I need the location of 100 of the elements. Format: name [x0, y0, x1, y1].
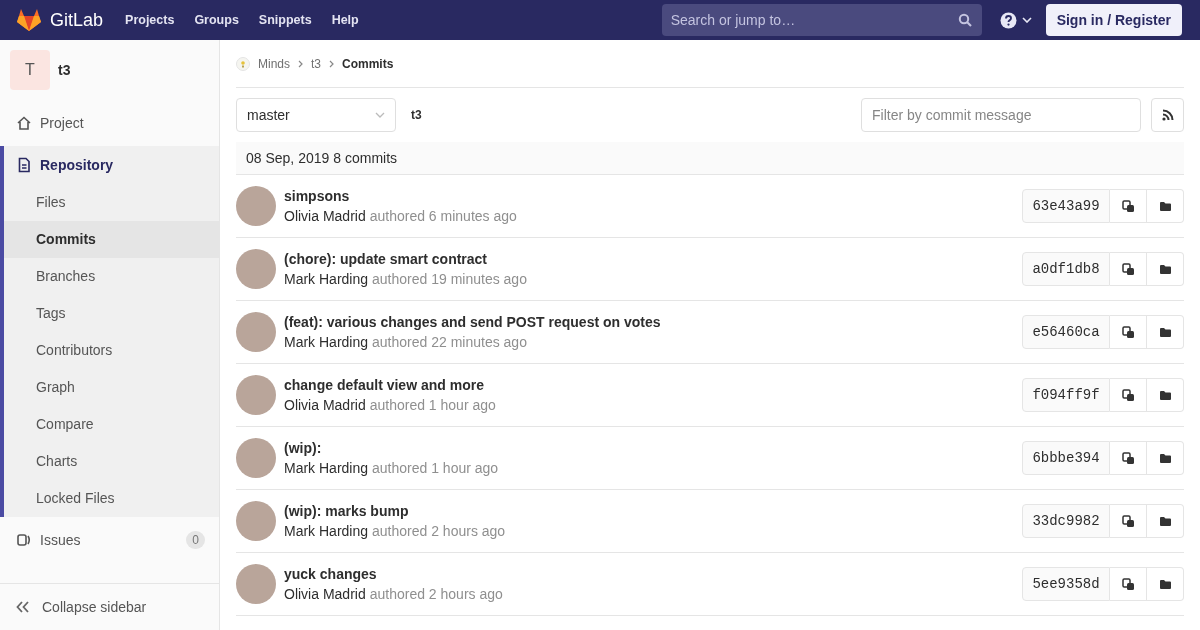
copy-icon — [1121, 577, 1135, 591]
help-dropdown[interactable] — [999, 11, 1032, 29]
commit-sha-button[interactable]: 6bbbe394 — [1022, 441, 1110, 475]
author-link[interactable]: Mark Harding — [284, 523, 369, 539]
copy-icon — [1121, 451, 1135, 465]
sidebar-subitem[interactable]: Charts — [4, 443, 219, 480]
author-link[interactable]: Mark Harding — [284, 460, 369, 476]
chevron-right-icon — [329, 59, 335, 68]
home-icon — [16, 115, 32, 131]
folder-icon — [1158, 200, 1172, 212]
copy-icon — [1121, 514, 1135, 528]
copy-icon — [1121, 199, 1135, 213]
breadcrumb-link[interactable]: Minds — [258, 56, 290, 71]
browse-files-button[interactable] — [1147, 567, 1184, 601]
help-icon — [999, 11, 1017, 29]
author-link[interactable]: Olivia Madrid — [284, 397, 366, 413]
commit-title[interactable]: yuck changes — [284, 566, 1022, 582]
commit-sha-button[interactable]: 63e43a99 — [1022, 189, 1110, 223]
sidebar-item[interactable]: Repository — [4, 146, 126, 184]
browse-files-button[interactable] — [1147, 504, 1184, 538]
folder-icon — [1158, 326, 1172, 338]
author-link[interactable]: Olivia Madrid — [284, 586, 366, 602]
browse-files-button[interactable] — [1147, 315, 1184, 349]
commit-title[interactable]: (wip): — [284, 440, 1022, 456]
commit-time: authored 2 hours ago — [372, 523, 506, 539]
folder-icon — [1158, 263, 1172, 275]
copy-button[interactable] — [1110, 252, 1147, 286]
copy-button[interactable] — [1110, 189, 1147, 223]
chevron-right-icon — [298, 59, 303, 68]
commit-sha-button[interactable]: 33dc9982 — [1022, 504, 1110, 538]
copy-button[interactable] — [1110, 378, 1147, 412]
commit-sha-button[interactable]: a0df1db8 — [1022, 252, 1110, 286]
browse-files-button[interactable] — [1147, 189, 1184, 223]
sidebar-subitem[interactable]: Tags — [4, 295, 219, 332]
commit-title[interactable]: (chore): update smart contract — [284, 251, 1022, 267]
commit-time: authored 1 hour ago — [369, 397, 496, 413]
nav-link[interactable]: Projects — [125, 13, 175, 27]
commit-time: authored 2 hours ago — [369, 586, 503, 602]
fox-logo-icon[interactable] — [16, 8, 42, 32]
commit-count: 8 commits — [333, 150, 398, 166]
sign-in-button[interactable]: Sign in / Register — [1045, 4, 1182, 36]
search-field[interactable]: Search or jump to… — [661, 4, 982, 36]
path-link[interactable]: t3 — [411, 108, 422, 122]
nav-link[interactable]: Groups — [194, 13, 239, 27]
project-avatar[interactable]: T — [10, 50, 50, 90]
copy-button[interactable] — [1110, 315, 1147, 349]
copy-button[interactable] — [1110, 441, 1147, 475]
breadcrumb-link[interactable]: Commits — [342, 56, 394, 71]
issue-count-badge: 0 — [186, 531, 205, 549]
brand-name[interactable]: GitLab — [50, 9, 104, 31]
commit-title[interactable]: change default view and more — [284, 377, 1022, 393]
breadcrumb-link[interactable]: t3 — [311, 56, 322, 71]
commit-sha-button[interactable]: e56460ca — [1022, 315, 1110, 349]
commit-time: authored 6 minutes ago — [369, 208, 517, 224]
group-avatar-icon — [236, 56, 250, 71]
filter-field[interactable]: Filter by commit message — [861, 98, 1141, 132]
double-chevron-left-icon — [16, 601, 30, 613]
browse-files-button[interactable] — [1147, 378, 1184, 412]
commit-date: 08 Sep, 2019 — [246, 150, 330, 166]
copy-button[interactable] — [1110, 567, 1147, 601]
issues-icon — [16, 532, 32, 548]
copy-icon — [1121, 325, 1135, 339]
sidebar-subitem[interactable]: Locked Files — [4, 480, 219, 517]
commit-title[interactable]: simpsons — [284, 188, 1022, 204]
commit-sha-button[interactable]: 5ee9358d — [1022, 567, 1110, 601]
author-link[interactable]: Olivia Madrid — [284, 208, 366, 224]
copy-button[interactable] — [1110, 504, 1147, 538]
search-icon — [957, 13, 972, 27]
browse-files-button[interactable] — [1147, 441, 1184, 475]
commit-time: authored 19 minutes ago — [372, 271, 527, 287]
branch-dropdown[interactable]: master — [236, 98, 396, 132]
sidebar-subitem[interactable]: Branches — [4, 258, 219, 295]
sidebar-subitem[interactable]: Commits — [4, 221, 219, 258]
commit-time: authored 1 hour ago — [372, 460, 499, 476]
project-name[interactable]: t3 — [58, 62, 71, 78]
author-link[interactable]: Mark Harding — [284, 271, 369, 287]
sidebar-subitem[interactable]: Graph — [4, 369, 219, 406]
rss-button[interactable] — [1151, 98, 1184, 132]
chevron-down-icon — [1021, 17, 1032, 23]
sidebar-subitem[interactable]: Files — [4, 184, 219, 221]
sidebar-item[interactable]: Project — [4, 104, 96, 142]
sidebar-subitem[interactable]: Compare — [4, 406, 219, 443]
folder-icon — [1158, 515, 1172, 527]
chevron-down-icon — [375, 112, 385, 118]
nav-link[interactable]: Help — [331, 13, 359, 27]
commit-sha-button[interactable]: f094ff9f — [1022, 378, 1110, 412]
commit-title[interactable]: (feat): various changes and send POST request on votes — [284, 314, 1022, 330]
copy-icon — [1121, 388, 1135, 402]
rss-icon — [1161, 109, 1174, 121]
sidebar-item[interactable]: Issues — [4, 521, 93, 559]
nav-link[interactable]: Snippets — [258, 13, 312, 27]
browse-files-button[interactable] — [1147, 252, 1184, 286]
author-link[interactable]: Mark Harding — [284, 334, 369, 350]
sidebar-subitem[interactable]: Contributors — [4, 332, 219, 369]
copy-icon — [1121, 262, 1135, 276]
collapse-sidebar-button[interactable]: Collapse sidebar — [0, 584, 219, 630]
commit-title[interactable]: (wip): marks bump — [284, 503, 1022, 519]
folder-icon — [1158, 578, 1172, 590]
document-icon — [16, 157, 32, 173]
folder-icon — [1158, 389, 1172, 401]
